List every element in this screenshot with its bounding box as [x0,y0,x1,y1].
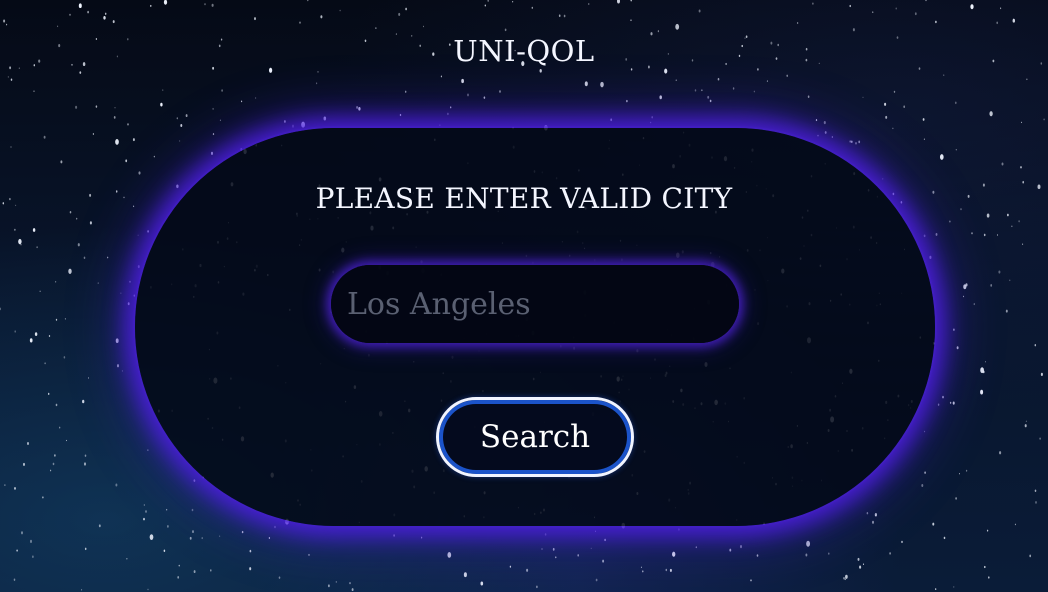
card-heading: PLEASE ENTER VALID CITY [315,182,733,215]
app-title: UNI-QOL [453,34,595,68]
city-search-input[interactable] [331,265,739,343]
search-button[interactable]: Search [436,397,634,477]
